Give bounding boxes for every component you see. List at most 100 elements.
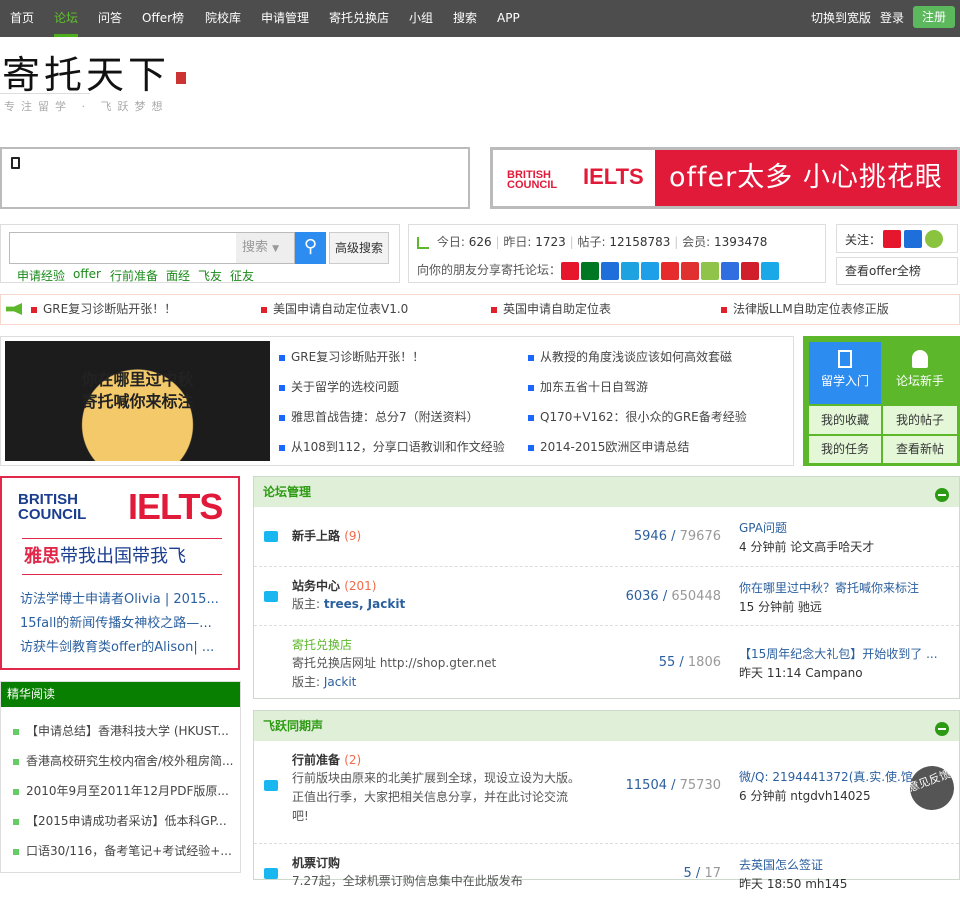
search-type-select[interactable]: 搜索 ▼ [236,233,294,263]
featured-item[interactable]: 口语30/116，备考笔记+考试经验+... [13,842,238,859]
today-count: 626 [468,235,492,249]
collapse-icon[interactable] [935,722,949,736]
share-icon[interactable] [621,261,640,280]
weibo-icon[interactable] [883,230,901,248]
headline-link[interactable]: 2014-2015欧洲区申请总结 [528,438,689,455]
share-icon[interactable] [661,261,680,280]
featured-item[interactable]: 【2015申请成功者采访】低本科GP... [13,812,238,829]
last-post-link[interactable]: 去英国怎么签证 [739,856,944,873]
share-icon[interactable] [581,261,600,280]
forum-name[interactable]: 新手上路 (9) [292,527,361,544]
nav-item[interactable]: APP [497,0,520,37]
share-icon[interactable] [701,261,720,280]
moderator-link[interactable]: trees, Jackit [324,597,405,611]
headline-link[interactable]: GRE复习诊断贴开张！！ [279,348,424,365]
switch-wide-link[interactable]: 切换到宽版 [811,0,871,37]
share-icon[interactable] [681,261,700,280]
post-count: 1806 [687,655,721,670]
thread-count: 55 [658,655,676,670]
headline-link[interactable]: Q170+V162：很小众的GRE备考经验 [528,408,747,425]
share-icon[interactable] [741,261,760,280]
headline-link[interactable]: 加东五省十日自驾游 [528,378,648,395]
headline-link[interactable]: 从108到112，分享口语教训和作文经验 [279,438,505,455]
my-favorites-link[interactable]: 我的收藏 [809,406,881,434]
ielts-banner-ad[interactable]: BRITISH COUNCIL IELTS offer太多 小心挑花眼 [490,147,960,209]
share-icon[interactable] [601,261,620,280]
forum-name-text: 行前准备 [292,753,341,767]
featured-item[interactable]: 【申请总结】香港科技大学 (HKUST... [13,722,238,739]
search-keyword-link[interactable]: 申请经验 [17,267,65,284]
search-keyword-link[interactable]: 飞友 [198,267,222,284]
study-intro-button[interactable]: 留学入门 [809,342,881,404]
forum-counts: 55 / 1806 [658,655,721,670]
new-posts-link[interactable]: 查看新帖 [883,436,957,463]
share-icon[interactable] [761,261,780,280]
forum-name-text: 寄托兑换店 [292,638,353,652]
forum-name[interactable]: 机票订购 [292,854,340,871]
wechat-icon[interactable] [925,230,943,248]
interview-link[interactable]: 15fall的新闻传播女神校之路—... [20,612,235,631]
nav-item[interactable]: 首页 [10,0,34,37]
headline-link[interactable]: 关于留学的选校问题 [279,378,399,395]
advanced-search-button[interactable]: 高级搜索 [329,232,389,264]
nav-item[interactable]: 搜索 [453,0,477,37]
search-keyword-link[interactable]: 行前准备 [110,267,158,284]
nav-item[interactable]: 论坛 [54,0,79,37]
forum-today-count: (9) [344,529,362,543]
share-icon[interactable] [721,261,740,280]
section-header[interactable]: 论坛管理 [254,477,959,507]
share-icon[interactable] [641,261,660,280]
thread-count: 5 [683,866,692,881]
forum-row: 寄托兑换店 寄托兑换店网址 http://shop.gter.net 版主: Jac… [254,625,959,699]
my-tasks-link[interactable]: 我的任务 [809,436,881,463]
section-title: 论坛管理 [263,485,312,499]
share-icon[interactable] [561,261,580,280]
last-post-link[interactable]: 【15周年纪念大礼包】开始收到了 ... [739,645,944,662]
forum-newbie-button[interactable]: 论坛新手 [883,342,957,404]
search-keyword-link[interactable]: 征友 [230,267,254,284]
search-keyword-link[interactable]: 面经 [166,267,190,284]
mid-autumn-banner[interactable]: 你在哪里过中秋 寄托喊你来标注 [5,341,270,461]
ticker-link[interactable]: 法律版LLM自助定位表修正版 [721,295,889,324]
ad-placeholder[interactable] [0,147,470,209]
login-link[interactable]: 登录 [880,0,904,37]
headline-link[interactable]: 从教授的角度浅谈应该如何高效套磁 [528,348,732,365]
ielts-side-ad[interactable]: BRITISH COUNCIL IELTS 雅思带我出国带我飞 访法学博士申请者… [0,476,240,670]
renren-icon[interactable] [904,230,922,248]
offer-list-link[interactable]: 查看offer全榜 [836,257,958,285]
moderator-link[interactable]: Jackit [324,675,356,689]
nav-item[interactable]: 小组 [409,0,433,37]
forum-name[interactable]: 行前准备 (2) [292,751,361,768]
search-button[interactable]: ⚲ [295,232,326,264]
nav-item[interactable]: 申请管理 [261,0,309,37]
headline-link[interactable]: 雅思首战告捷：总分7（附送资料） [279,408,479,425]
nav-item[interactable]: 问答 [98,0,122,37]
last-post-link[interactable]: 你在哪里过中秋？寄托喊你来标注 [739,579,944,596]
search-keyword-link[interactable]: offer [73,267,101,281]
forum-row: 行前准备 (2) 行前版块由原来的北美扩展到全球，现设立设为大版。正值出行季，大家… [254,741,959,843]
my-posts-link[interactable]: 我的帖子 [883,406,957,434]
register-button[interactable]: 注册 [913,6,955,28]
featured-item[interactable]: 香港高校研究生校内宿舍/校外租房简... [13,752,238,769]
last-post-link[interactable]: GPA问题 [739,519,944,536]
nav-item[interactable]: 寄托兑换店 [329,0,389,37]
collapse-icon[interactable] [935,488,949,502]
interview-link[interactable]: 访法学博士申请者Olivia | 2015... [20,588,235,607]
forum-row: 机票订购 7.27起，全球机票订购信息集中在此版发布 5 / 17 去英国怎么签证 昨天… [254,843,959,903]
banner-line2: 寄托喊你来标注 [81,392,194,411]
section-header[interactable]: 飞跃同期声 [254,711,959,741]
post-count: 17 [704,866,721,881]
ticker-link[interactable]: 英国申请自助定位表 [491,295,611,324]
british-council-logo: BRITISH COUNCIL [507,169,558,191]
nav-item[interactable]: 院校库 [205,0,241,37]
forum-name[interactable]: 寄托兑换店 [292,636,352,653]
site-logo[interactable]: 寄托天下 [2,44,170,99]
ticker-link[interactable]: GRE复习诊断贴开张！！ [31,295,176,324]
forum-name[interactable]: 站务中心 (201) [292,577,376,594]
ticker-link[interactable]: 美国申请自动定位表V1.0 [261,295,408,324]
members-count: 1393478 [713,235,768,249]
featured-item[interactable]: 2010年9月至2011年12月PDF版原... [13,782,238,799]
interview-link[interactable]: 访获牛剑教育类offer的Alison| ... [20,636,235,655]
nav-item[interactable]: Offer榜 [142,0,184,37]
ielts-slogan: 带我出国带我飞 [60,546,186,567]
